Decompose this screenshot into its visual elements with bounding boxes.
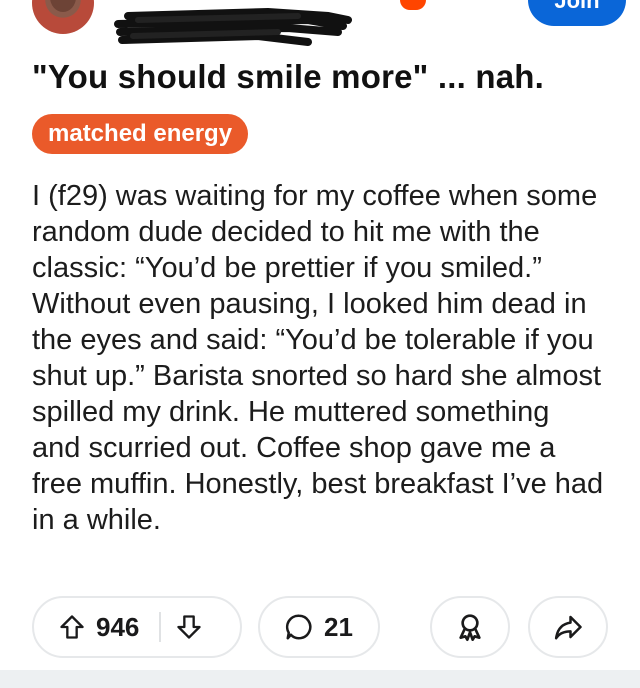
join-button[interactable]: Join (528, 0, 626, 26)
avatar-face (50, 0, 76, 12)
post-body: I (f29) was waiting for my coffee when s… (32, 180, 604, 536)
share-arrow-icon (553, 612, 583, 642)
avatar[interactable] (32, 0, 94, 34)
feed-divider (0, 670, 640, 688)
post-actions-bar: 946 21 (32, 596, 612, 658)
post-title: "You should smile more" ... nah. (32, 58, 544, 95)
vote-pill: 946 (32, 596, 242, 658)
notification-badge[interactable] (400, 0, 426, 10)
post-header: Join (0, 0, 640, 60)
comment-button[interactable]: 21 (258, 596, 380, 658)
share-button[interactable] (528, 596, 608, 658)
upvote-count: 946 (96, 611, 140, 642)
upvote-arrow-icon[interactable] (58, 613, 86, 641)
redacted-username (114, 7, 352, 46)
award-icon (454, 611, 486, 643)
award-button[interactable] (430, 596, 510, 658)
comment-bubble-icon (284, 612, 314, 642)
comment-count: 21 (324, 611, 353, 642)
vote-separator (159, 612, 162, 642)
post-flair[interactable]: matched energy (32, 114, 249, 154)
downvote-arrow-icon[interactable] (175, 613, 203, 641)
